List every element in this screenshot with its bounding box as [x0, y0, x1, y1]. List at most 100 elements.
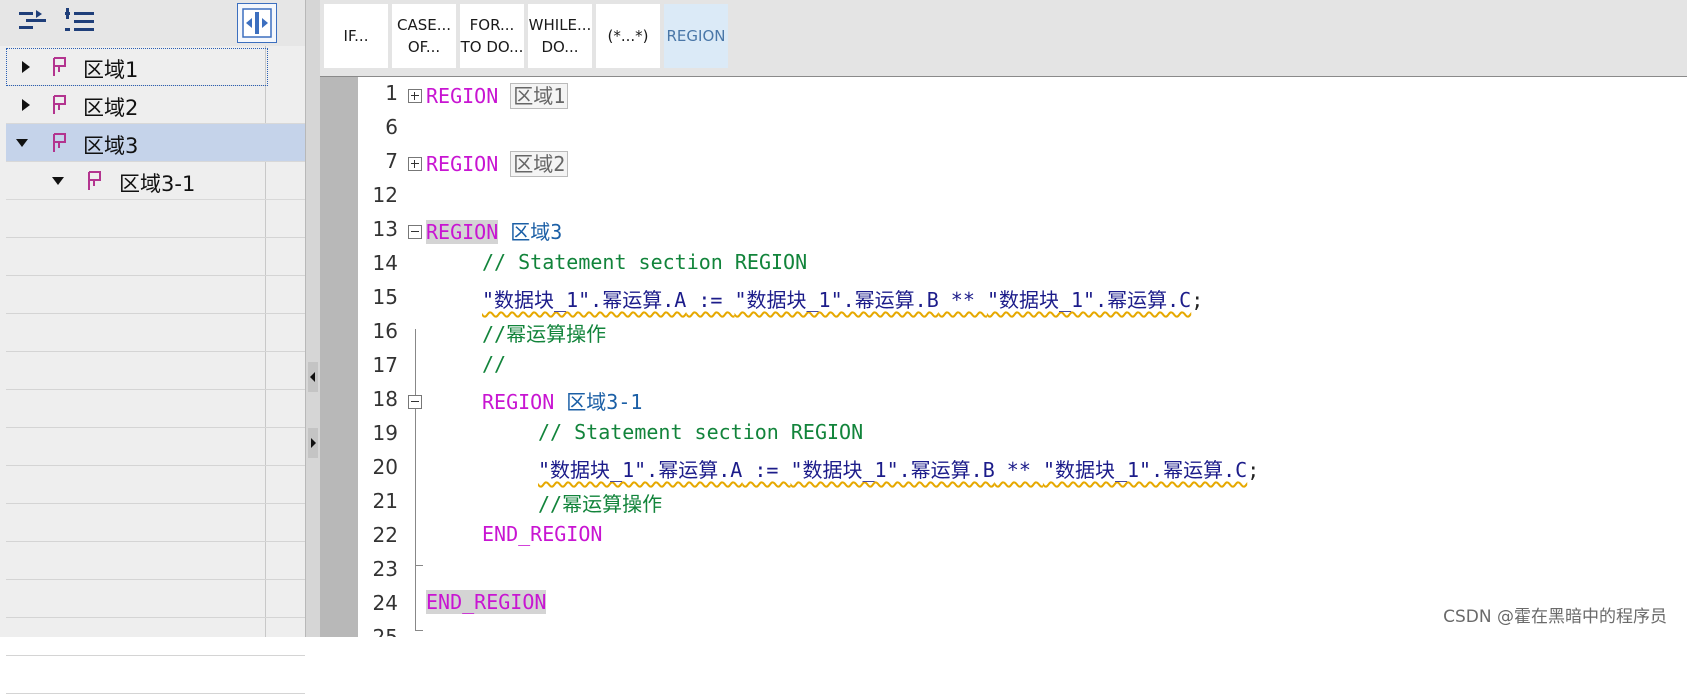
sync-navigation-button[interactable] — [237, 3, 277, 43]
terminator: ; — [1247, 458, 1260, 482]
expand-all-icon[interactable] — [62, 6, 98, 36]
line-number: 22 — [372, 523, 398, 547]
case-snippet-button[interactable]: CASE... OF... — [392, 4, 456, 68]
empty-tree-row — [6, 542, 305, 580]
region-name: 区域3-1 — [566, 390, 643, 414]
region-icon — [53, 57, 66, 76]
button-label: IF... — [343, 27, 369, 45]
tree-item-label: 区域3-1 — [119, 172, 196, 196]
operand: "数据块_1".幂运算.A — [482, 288, 687, 312]
collapse-fold-icon[interactable] — [408, 225, 422, 239]
line-number: 20 — [372, 455, 398, 479]
button-label: CASE... — [396, 16, 452, 34]
line-number: 24 — [372, 591, 398, 615]
empty-tree-row — [6, 504, 305, 542]
empty-tree-row — [6, 276, 305, 314]
code-line[interactable]: 16 //幂运算操作 — [358, 315, 1687, 349]
comment-snippet-button[interactable]: (*...*) — [596, 4, 660, 68]
code-line[interactable]: 14 // Statement section REGION — [358, 247, 1687, 281]
expand-arrow-icon[interactable] — [20, 99, 32, 111]
code-editor[interactable]: 1 REGION 区域1 6 7 REGION 区域2 12 13 REGION… — [358, 77, 1687, 637]
code-line[interactable]: 13 REGION 区域3 — [358, 213, 1687, 247]
expand-fold-icon[interactable] — [408, 157, 422, 171]
region-icon — [53, 133, 66, 152]
comment: // Statement section REGION — [482, 250, 808, 274]
code-line[interactable]: 15 "数据块_1".幂运算.A := "数据块_1".幂运算.B ** "数据… — [358, 281, 1687, 315]
empty-tree-row — [6, 200, 305, 238]
empty-tree-row — [6, 390, 305, 428]
line-number: 17 — [372, 353, 398, 377]
code-line[interactable]: 20 "数据块_1".幂运算.A := "数据块_1".幂运算.B ** "数据… — [358, 451, 1687, 485]
expand-fold-icon[interactable] — [408, 89, 422, 103]
tree-item-region-3[interactable]: 区域3 — [6, 124, 305, 162]
tree-item-label: 区域3 — [83, 134, 139, 158]
tree-item-region-2[interactable]: 区域2 — [6, 86, 305, 124]
code-line[interactable]: 22 END_REGION — [358, 519, 1687, 553]
collapse-left-icon[interactable] — [308, 362, 318, 392]
code-text: REGION 区域1 — [426, 80, 569, 109]
keyword: REGION — [426, 152, 499, 176]
line-number: 6 — [385, 115, 398, 139]
panel-splitter[interactable] — [306, 0, 320, 637]
empty-tree-row — [6, 352, 305, 390]
code-line[interactable]: 23 — [358, 553, 1687, 587]
region-navigation-panel: 区域1 区域2 区域3 区域3-1 — [0, 0, 306, 694]
empty-tree-row — [6, 314, 305, 352]
empty-tree-row — [6, 466, 305, 504]
empty-tree-row — [6, 428, 305, 466]
expand-right-icon[interactable] — [308, 428, 318, 458]
if-snippet-button[interactable]: IF... — [324, 4, 388, 68]
code-line[interactable]: 12 — [358, 179, 1687, 213]
while-snippet-button[interactable]: WHILE... DO... — [528, 4, 592, 68]
region-snippet-button[interactable]: REGION — [664, 4, 728, 68]
instruction-snippet-toolbar: IF... CASE... OF... FOR... TO DO... WHIL… — [320, 0, 1687, 77]
region-tree: 区域1 区域2 区域3 区域3-1 — [6, 48, 305, 694]
button-label: TO DO... — [460, 38, 524, 56]
code-line[interactable]: 19 // Statement section REGION — [358, 417, 1687, 451]
comment: //幂运算操作 — [482, 322, 607, 346]
tree-item-label: 区域2 — [83, 96, 139, 120]
code-text: END_REGION — [426, 590, 547, 614]
line-number: 18 — [372, 387, 398, 411]
keyword: END_REGION — [426, 590, 547, 614]
keyword: REGION — [426, 220, 499, 244]
code-line[interactable]: 18 REGION 区域3-1 — [358, 383, 1687, 417]
collapse-all-icon[interactable] — [16, 6, 52, 36]
empty-tree-row — [6, 238, 305, 276]
line-number: 13 — [372, 217, 398, 241]
line-number: 12 — [372, 183, 398, 207]
code-text: REGION 区域3-1 — [482, 386, 642, 415]
tree-item-region-3-1[interactable]: 区域3-1 — [6, 162, 305, 200]
editor-margin — [320, 77, 358, 637]
terminator: ; — [1191, 288, 1204, 312]
code-line[interactable]: 21 //幂运算操作 — [358, 485, 1687, 519]
code-line[interactable]: 6 — [358, 111, 1687, 145]
code-line[interactable]: 7 REGION 区域2 — [358, 145, 1687, 179]
expand-arrow-icon[interactable] — [20, 61, 32, 73]
line-number: 21 — [372, 489, 398, 513]
code-line[interactable]: 17 // — [358, 349, 1687, 383]
keyword: REGION — [482, 390, 555, 414]
line-number: 15 — [372, 285, 398, 309]
code-line[interactable]: 1 REGION 区域1 — [358, 77, 1687, 111]
operand: "数据块_1".幂运算.B — [790, 458, 995, 482]
keyword: END_REGION — [482, 522, 603, 546]
line-number: 16 — [372, 319, 398, 343]
region-name: 区域3 — [510, 220, 563, 244]
button-label: DO... — [541, 38, 579, 56]
region-name: 区域1 — [510, 83, 569, 109]
for-snippet-button[interactable]: FOR... TO DO... — [460, 4, 524, 68]
code-text: END_REGION — [482, 522, 602, 546]
watermark: CSDN @霍在黑暗中的程序员 — [1443, 607, 1667, 627]
region-icon — [88, 171, 101, 190]
collapse-fold-icon[interactable] — [408, 395, 422, 409]
tree-item-region-1[interactable]: 区域1 — [6, 48, 268, 86]
operand: "数据块_1".幂运算.A — [538, 458, 743, 482]
collapse-arrow-icon[interactable] — [52, 175, 64, 187]
button-label: REGION — [666, 27, 726, 45]
operand: "数据块_1".幂运算.B — [734, 288, 939, 312]
button-label: (*...*) — [607, 27, 649, 45]
region-icon — [53, 95, 66, 114]
region-name: 区域2 — [510, 151, 569, 177]
collapse-arrow-icon[interactable] — [16, 137, 28, 149]
